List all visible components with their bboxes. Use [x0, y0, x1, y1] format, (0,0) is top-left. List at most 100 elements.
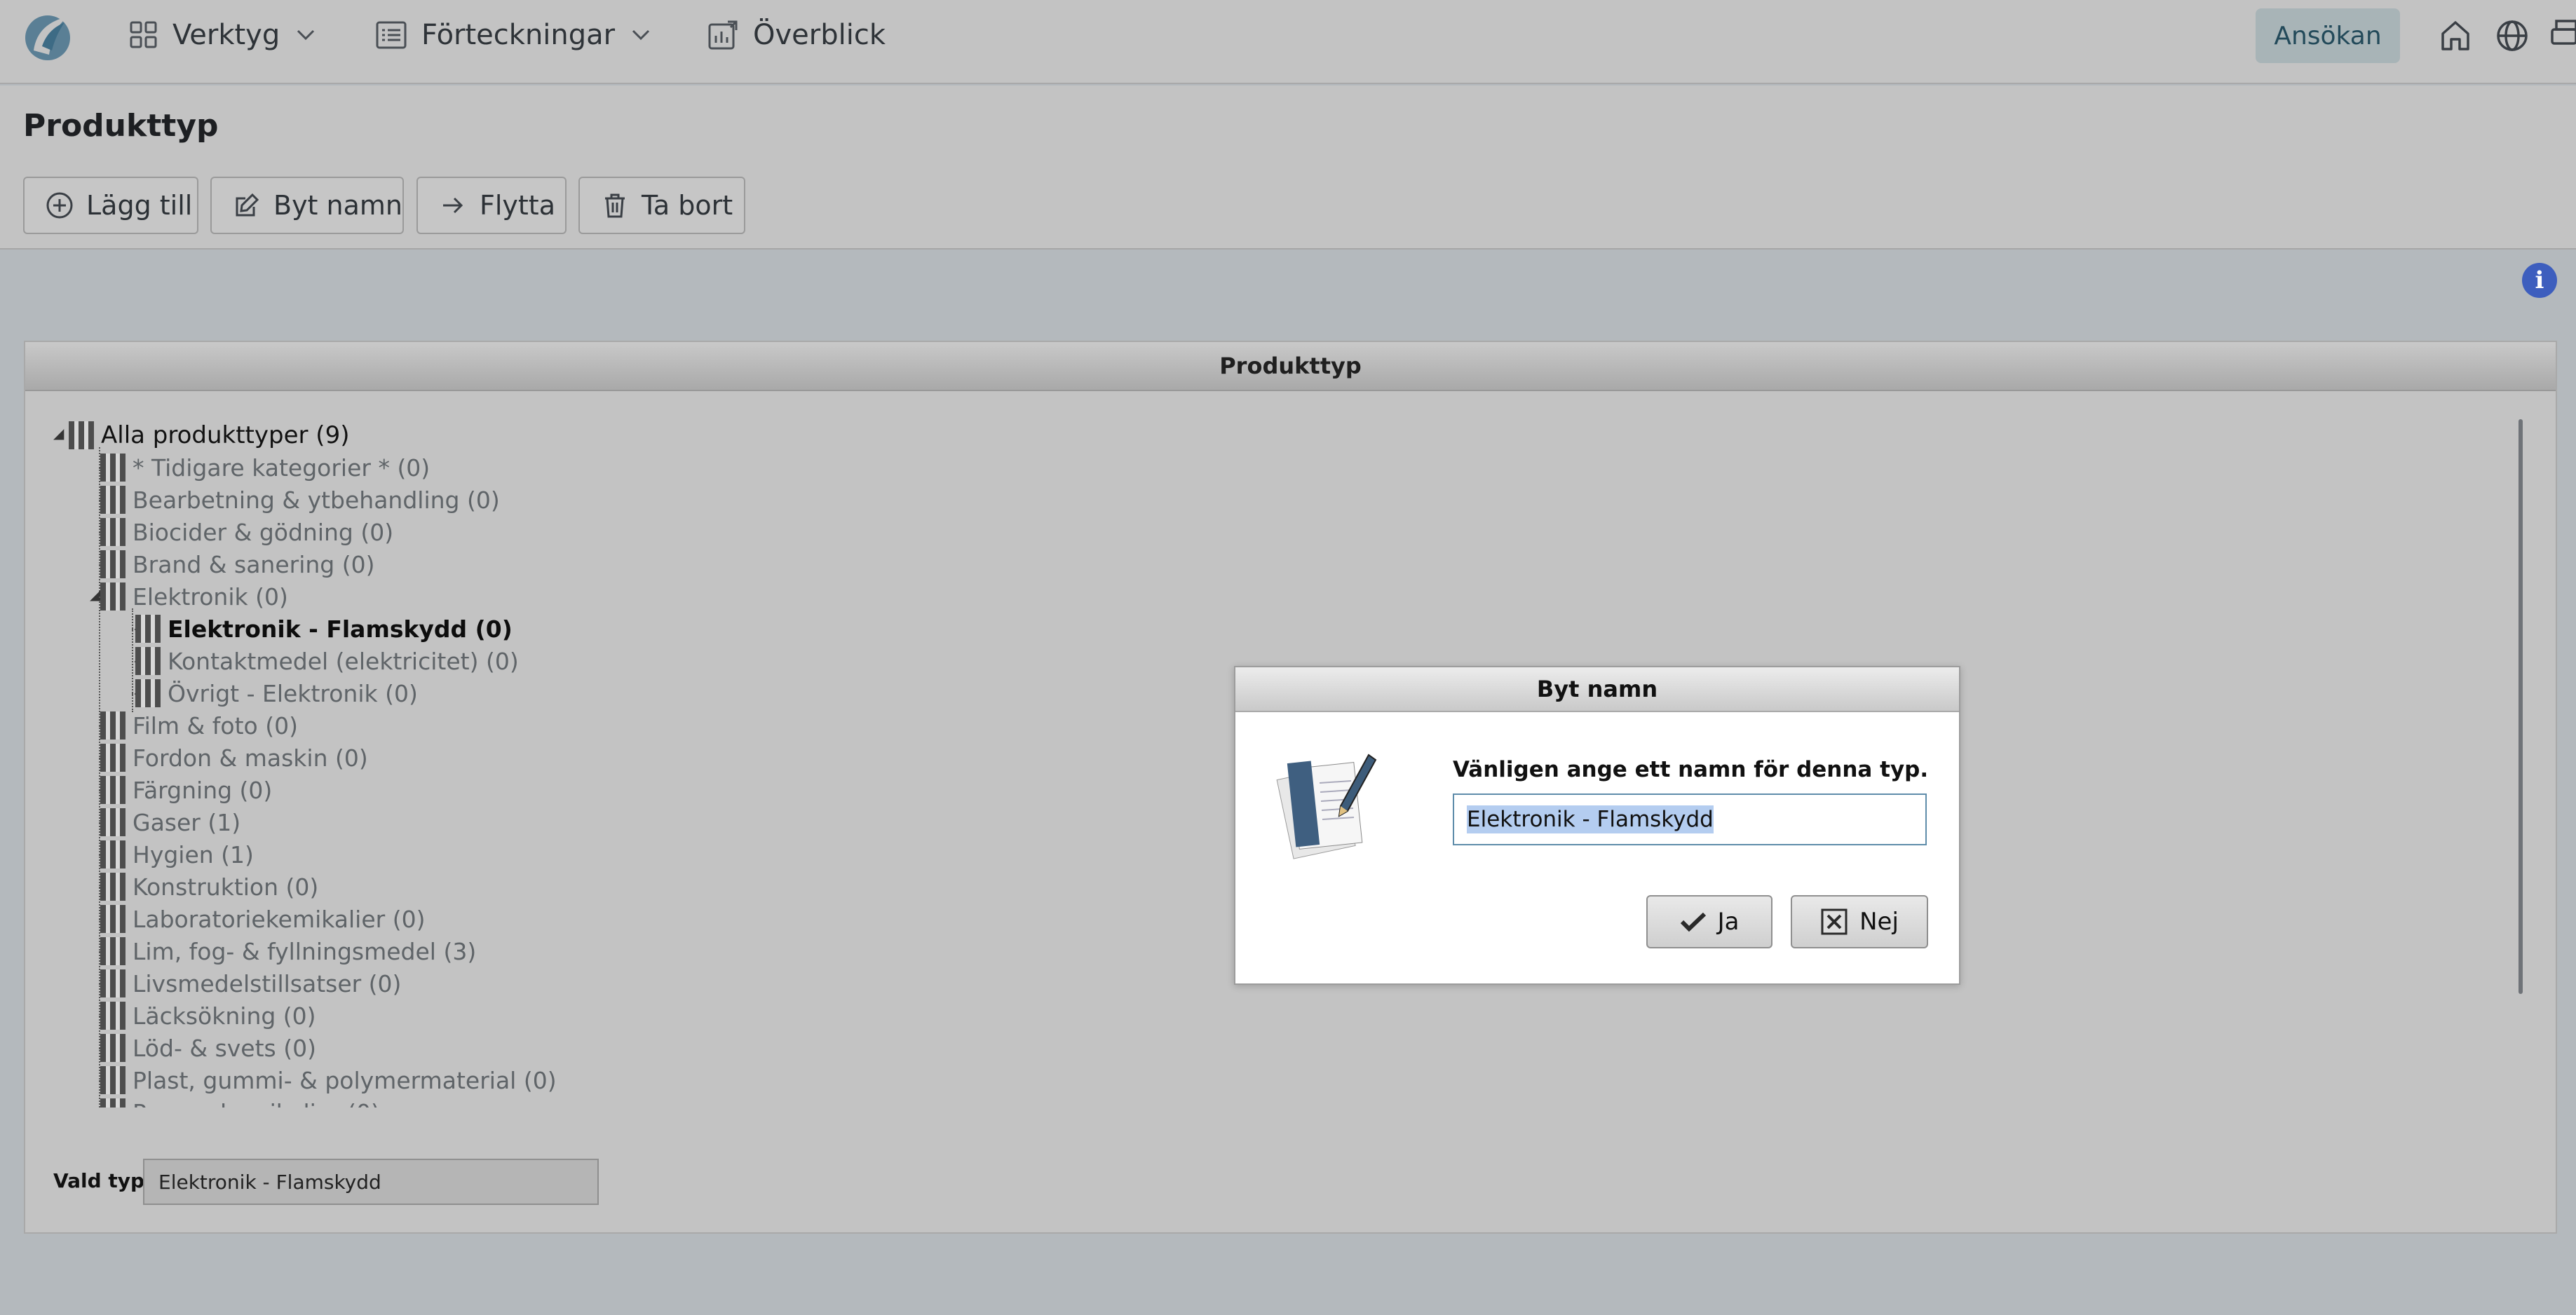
tree-item-label: Konstruktion (0)	[133, 873, 319, 901]
delete-button[interactable]: Ta bort	[578, 177, 745, 234]
app-logo-icon[interactable]	[21, 10, 74, 63]
folder-binder-icon	[100, 1002, 126, 1030]
close-box-icon	[1821, 908, 1848, 935]
globe-icon[interactable]	[2495, 18, 2530, 53]
tree-item-label: Livsmedelstillsatser (0)	[133, 969, 402, 997]
trash-icon	[605, 193, 625, 218]
tree-item[interactable]: Gaser (1)	[99, 806, 240, 838]
chevron-down-icon	[632, 29, 650, 41]
tree-item-label: Löd- & svets (0)	[133, 1034, 316, 1062]
folder-binder-icon	[100, 937, 126, 965]
nav-overblick-label: Överblick	[753, 19, 886, 51]
top-navbar: Verktyg Förteckningar Överblick Ansökan	[0, 0, 2576, 84]
folder-binder-icon	[100, 776, 126, 804]
tree-item[interactable]: Bearbetning & ytbehandling (0)	[99, 484, 500, 516]
tree-item-label: Lim, fog- & fyllningsmedel (3)	[133, 937, 477, 965]
tree-item[interactable]: Plast, gummi- & polymermaterial (0)	[99, 1064, 557, 1096]
move-button-label: Flytta	[480, 190, 555, 221]
tree-item-label: Läcksökning (0)	[133, 1002, 316, 1030]
nav-overblick[interactable]: Överblick	[707, 15, 886, 55]
page-header: Produkttyp Lägg till Byt namn Flytta Ta …	[0, 86, 2576, 250]
tree-item[interactable]: Löd- & svets (0)	[99, 1032, 316, 1064]
tree-item[interactable]: Biocider & gödning (0)	[99, 516, 393, 548]
dialog-prompt: Vänligen ange ett namn för denna typ.	[1453, 757, 1929, 782]
tree-item[interactable]: Färgning (0)	[99, 774, 272, 806]
rename-dialog: Byt namn Vänligen ange ett namn för denn…	[1234, 666, 1960, 985]
tree-item-label: * Tidigare kategorier * (0)	[133, 454, 431, 482]
info-icon[interactable]: i	[2522, 263, 2557, 298]
yes-button[interactable]: Ja	[1646, 895, 1772, 948]
move-button[interactable]: Flytta	[416, 177, 567, 234]
folder-binder-icon	[100, 969, 126, 997]
folder-binder-icon	[100, 550, 126, 578]
name-input[interactable]: Elektronik - Flamskydd	[1453, 793, 1927, 845]
tree-item[interactable]: Övrigt - Elektronik (0)	[134, 677, 418, 709]
nav-forteckningar[interactable]: Förteckningar	[375, 15, 651, 55]
folder-binder-icon	[100, 582, 126, 611]
tree-item-label: Övrigt - Elektronik (0)	[168, 679, 418, 707]
folder-binder-icon	[100, 905, 126, 933]
rename-button[interactable]: Byt namn	[210, 177, 404, 234]
page-title: Produkttyp	[23, 108, 219, 144]
tree-item[interactable]: Konstruktion (0)	[99, 871, 318, 903]
folder-binder-icon	[100, 808, 126, 836]
tree-item-label: Elektronik (0)	[133, 582, 288, 611]
tree-item-label: Biocider & gödning (0)	[133, 518, 394, 546]
tree-item[interactable]: Fordon & maskin (0)	[99, 742, 368, 774]
panel-header: Produkttyp	[25, 342, 2556, 391]
folder-binder-icon	[135, 647, 161, 675]
tree-item-label: Bearbetning & ytbehandling (0)	[133, 486, 500, 514]
tree-item[interactable]: Elektronik (0)	[99, 580, 288, 613]
folder-binder-icon	[100, 518, 126, 546]
tree-item-label: Film & foto (0)	[133, 711, 298, 740]
folder-binder-icon	[100, 1098, 126, 1108]
tree-item[interactable]: * Tidigare kategorier * (0)	[99, 451, 430, 484]
folder-binder-icon	[100, 454, 126, 482]
tree-item-label: Kontaktmedel (elektricitet) (0)	[168, 647, 519, 675]
tree-item[interactable]: Kontaktmedel (elektricitet) (0)	[134, 645, 519, 677]
tree-item[interactable]: Lim, fog- & fyllningsmedel (3)	[99, 935, 476, 967]
delete-button-label: Ta bort	[642, 190, 733, 221]
tree-item[interactable]: Processkemikalier (0)	[99, 1096, 380, 1108]
tree-item[interactable]: Läcksökning (0)	[99, 1000, 316, 1032]
apply-button[interactable]: Ansökan	[2256, 8, 2400, 63]
folder-binder-icon	[135, 615, 161, 643]
tree-item-label: Gaser (1)	[133, 808, 241, 836]
name-input-value: Elektronik - Flamskydd	[1467, 805, 1714, 833]
tree-item-label: Hygien (1)	[133, 840, 254, 868]
add-button[interactable]: Lägg till	[23, 177, 198, 234]
tree-root-label: Alla produkttyper (9)	[101, 421, 350, 449]
no-button[interactable]: Nej	[1791, 895, 1928, 948]
selected-type-field: Elektronik - Flamskydd	[143, 1159, 599, 1205]
tree-item[interactable]: Elektronik - Flamskydd (0)	[134, 613, 513, 645]
tree-item[interactable]: Film & foto (0)	[99, 709, 298, 742]
nav-verktyg[interactable]: Verktyg	[129, 15, 316, 55]
tree-item-label: Fordon & maskin (0)	[133, 744, 368, 772]
tree-item[interactable]: Hygien (1)	[99, 838, 254, 871]
tree-root[interactable]: Alla produkttyper (9)	[67, 419, 349, 451]
folder-binder-icon	[100, 1034, 126, 1062]
tree-item[interactable]: Laboratoriekemikalier (0)	[99, 903, 425, 935]
tree-item-label: Plast, gummi- & polymermaterial (0)	[133, 1066, 557, 1094]
yes-button-label: Ja	[1717, 908, 1740, 936]
folder-binder-icon	[100, 1066, 126, 1094]
folder-binder-icon	[100, 873, 126, 901]
tree-scrollbar[interactable]	[2519, 419, 2523, 994]
rename-button-label: Byt namn	[273, 190, 403, 221]
tree-item-label: Laboratoriekemikalier (0)	[133, 905, 426, 933]
printer-icon[interactable]	[2551, 18, 2576, 53]
folder-binder-icon	[100, 840, 126, 868]
tree-item[interactable]: Livsmedelstillsatser (0)	[99, 967, 401, 1000]
chart-icon	[708, 20, 738, 50]
tree-item-label: Elektronik - Flamskydd (0)	[168, 615, 513, 643]
nav-verktyg-label: Verktyg	[172, 19, 280, 51]
folder-binder-icon	[100, 744, 126, 772]
tree-item-label: Brand & sanering (0)	[133, 550, 375, 578]
tree-connector	[132, 608, 133, 712]
no-button-label: Nej	[1859, 908, 1899, 936]
collapse-icon[interactable]: ◢	[53, 425, 64, 442]
home-icon[interactable]	[2439, 18, 2472, 53]
tree-item[interactable]: Brand & sanering (0)	[99, 548, 374, 580]
check-icon	[1680, 912, 1706, 932]
tree-item-label: Färgning (0)	[133, 776, 273, 804]
